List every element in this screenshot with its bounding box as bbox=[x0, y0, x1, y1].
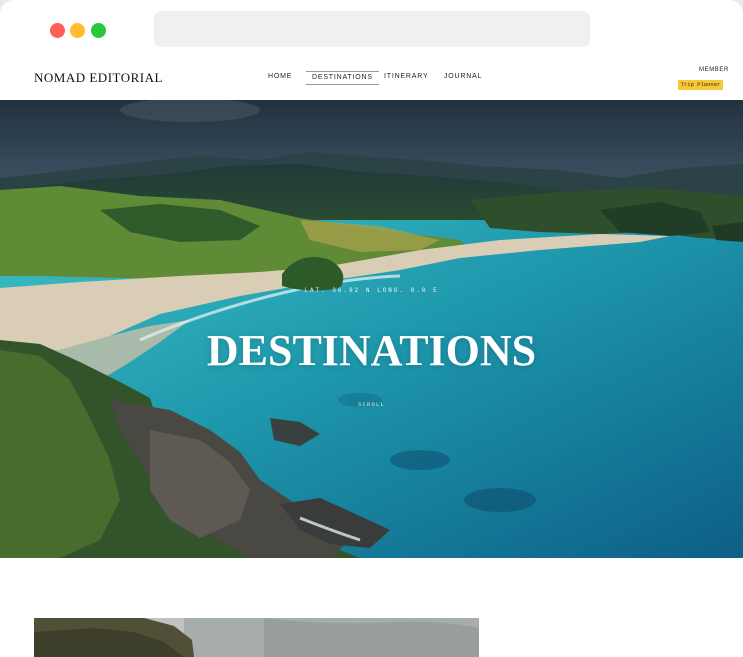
hero-coordinates: LAT. 36.82 N LONG. 0.0 E bbox=[304, 287, 439, 294]
feature-image[interactable] bbox=[34, 618, 479, 657]
maximize-window-button[interactable] bbox=[91, 23, 106, 38]
nav-item-journal[interactable]: JOURNAL bbox=[444, 73, 482, 80]
main-nav: HOME DESTINATIONS ITINERARY JOURNAL bbox=[0, 71, 743, 89]
nav-item-itinerary[interactable]: ITINERARY bbox=[384, 73, 428, 80]
browser-window: NOMAD EDITORIAL HOME DESTINATIONS ITINER… bbox=[0, 0, 743, 657]
trip-planner-button[interactable]: Trip Planner bbox=[678, 80, 723, 90]
hero-title: DESTINATIONS bbox=[206, 326, 537, 375]
hero-section: LAT. 36.82 N LONG. 0.0 E DESTINATIONS SC… bbox=[0, 100, 743, 558]
feature-image-graphic bbox=[34, 618, 479, 657]
scroll-cue[interactable]: SCROLL bbox=[0, 401, 743, 408]
nav-item-destinations[interactable]: DESTINATIONS bbox=[306, 71, 379, 85]
close-window-button[interactable] bbox=[50, 23, 65, 38]
browser-chrome bbox=[0, 0, 743, 60]
site-header: NOMAD EDITORIAL HOME DESTINATIONS ITINER… bbox=[0, 60, 743, 100]
address-bar[interactable] bbox=[154, 11, 590, 47]
nav-item-home[interactable]: HOME bbox=[268, 73, 292, 80]
content-section bbox=[0, 558, 743, 657]
minimize-window-button[interactable] bbox=[70, 23, 85, 38]
member-link[interactable]: MEMBER bbox=[699, 67, 729, 73]
